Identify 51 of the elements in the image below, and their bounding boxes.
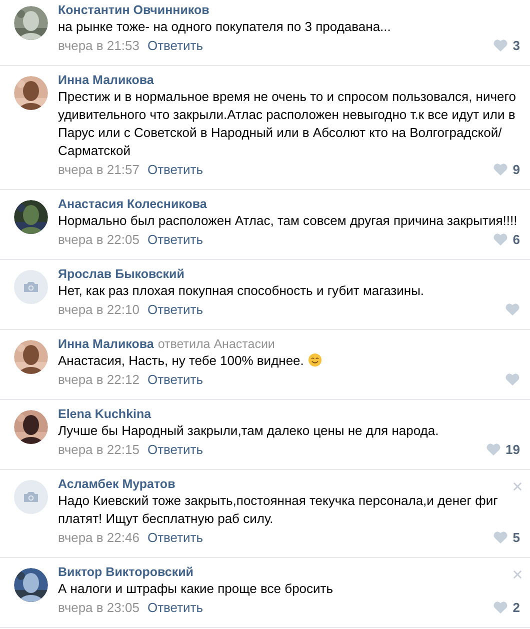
reply-to-label: ответила Анастасии <box>158 336 275 352</box>
author-name[interactable]: Анастасия Колесникова <box>58 196 207 212</box>
reply-link[interactable]: Ответить <box>147 162 204 176</box>
like-icon[interactable] <box>505 372 520 386</box>
comment-time: вчера в 22:12 <box>58 372 140 386</box>
like-icon[interactable] <box>492 232 508 246</box>
like-icon[interactable] <box>492 38 508 52</box>
camera-icon <box>23 281 39 293</box>
reply-link[interactable]: Ответить <box>147 530 204 544</box>
like-count: 19 <box>506 442 520 456</box>
author-name[interactable]: Асламбек Муратов <box>58 476 176 492</box>
like-icon[interactable] <box>505 302 520 316</box>
reply-link[interactable]: Ответить <box>147 600 204 614</box>
comment-time: вчера в 21:57 <box>58 162 140 176</box>
comment-time: вчера в 21:53 <box>58 38 140 52</box>
comment-text: Нормально был расположен Атлас, там совсем другая причина закрытия!!!! <box>58 213 518 228</box>
author-name[interactable]: Ярослав Быковский <box>58 266 184 282</box>
comment-time: вчера в 22:15 <box>58 442 140 456</box>
reply-link[interactable]: Ответить <box>147 38 204 52</box>
like-count: 6 <box>512 232 520 246</box>
comment-text: Надо Киевский тоже закрыть,постоянная текучка персонала,и денег фиг платят! Ищут бесплатную раб силу. <box>58 493 498 526</box>
like-icon[interactable] <box>492 600 508 614</box>
comment-text: А налоги и штрафы какие проще все бросить <box>58 581 334 596</box>
reply-link[interactable]: Ответить <box>147 372 204 386</box>
like-count: 2 <box>512 600 520 614</box>
author-name[interactable]: Виктор Викторовский <box>58 564 194 580</box>
close-icon[interactable] <box>513 570 522 579</box>
reply-link[interactable]: Ответить <box>147 442 204 456</box>
author-name[interactable]: Инна Маликова <box>58 72 154 88</box>
like-icon[interactable] <box>492 162 508 176</box>
comment-text: на рынке тоже- на одного покупателя по 3 продавана... <box>58 19 391 34</box>
author-name[interactable]: Инна Маликова <box>58 336 154 352</box>
comment-time: вчера в 22:05 <box>58 232 140 246</box>
comment-text: Престиж и в нормальное время не очень то и спросом пользовался, ничего удивительного что закрыли.Атлас расположен невыгодно т.к все идут или в Парус или с Советской в Народный или в Абсолют кто на Волгоградской/ Сарматской <box>58 89 516 158</box>
comment-text: Анастасия, Насть, ну тебе 100% виднее. <box>58 353 304 368</box>
like-icon[interactable] <box>492 530 508 544</box>
like-count: 9 <box>512 162 520 176</box>
comment-time: вчера в 23:05 <box>58 600 140 614</box>
author-name[interactable]: Elena Kuchkina <box>58 406 152 422</box>
comment-time: вчера в 22:10 <box>58 302 140 316</box>
camera-icon <box>23 491 39 503</box>
close-icon[interactable] <box>513 482 522 491</box>
reply-link[interactable]: Ответить <box>147 232 204 246</box>
like-count: 5 <box>512 530 520 544</box>
comment-time: вчера в 22:46 <box>58 530 140 544</box>
like-count: 3 <box>512 38 520 52</box>
comment-text: Лучше бы Народный закрыли,там далеко цены не для народа. <box>58 423 439 438</box>
comment-text: Нет, как раз плохая покупная способность и губит магазины. <box>58 283 424 298</box>
author-name[interactable]: Константин Овчинников <box>58 2 210 18</box>
like-icon[interactable] <box>486 442 501 456</box>
reply-link[interactable]: Ответить <box>147 302 204 316</box>
